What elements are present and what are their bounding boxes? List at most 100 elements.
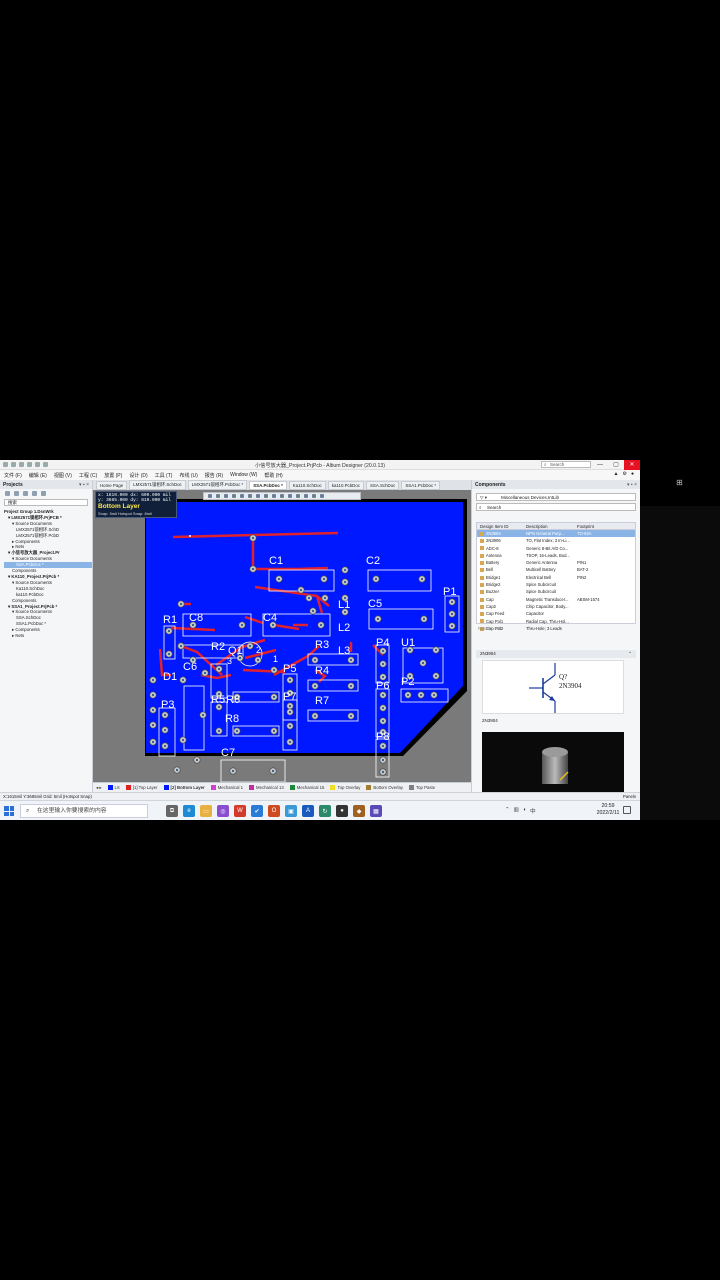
component-row[interactable]: Antenna TSOP, 16-Leads, Bod...: [477, 552, 635, 559]
designator-label[interactable]: R8: [225, 713, 239, 725]
designator-label[interactable]: P8: [376, 731, 389, 743]
menu-item[interactable]: 设计 (D): [129, 472, 147, 479]
menu-item[interactable]: 文件 (F): [4, 472, 22, 479]
designator-label[interactable]: R5: [211, 694, 225, 706]
layer-tab[interactable]: Mechanical 15: [289, 785, 324, 790]
global-search-input[interactable]: ⌕ Search: [541, 461, 591, 468]
menu-item[interactable]: 工具 (T): [155, 472, 173, 479]
footprint-3d-preview[interactable]: [482, 732, 624, 792]
designator-label[interactable]: L1: [338, 599, 350, 611]
layer-tab[interactable]: [1] Top Layer: [125, 785, 158, 790]
project-tree-item[interactable]: ▸ Nets: [4, 633, 92, 639]
network-icon[interactable]: ▥: [514, 807, 519, 815]
column-header[interactable]: Footprint: [577, 523, 629, 529]
layer-tab[interactable]: Mechanical 1: [210, 785, 243, 790]
designator-label[interactable]: P4: [376, 637, 389, 649]
panel-controls[interactable]: ▾ ▪ ×: [627, 482, 637, 488]
document-tab[interactable]: SSA.PcbDoc *: [249, 480, 287, 490]
wps-icon[interactable]: W: [234, 805, 246, 817]
designator-label[interactable]: P1: [443, 586, 456, 598]
notification-center-icon[interactable]: [623, 806, 631, 814]
folder-icon[interactable]: ▭: [200, 805, 212, 817]
component-row[interactable]: ADC-8 Generic 8-Bit A/D Co...: [477, 545, 635, 552]
panel-controls[interactable]: ▾ ▪ ×: [79, 482, 89, 488]
menu-item[interactable]: 布线 (U): [179, 472, 197, 479]
ai-icon[interactable]: A: [302, 805, 314, 817]
filter-icon[interactable]: [208, 494, 212, 498]
save-icon[interactable]: [5, 491, 10, 496]
projects-search-input[interactable]: 搜索: [4, 499, 88, 506]
menu-item[interactable]: 报告 (R): [205, 472, 223, 479]
taskbar-search-input[interactable]: ⌕ 在这里输入你要搜索的内容: [20, 804, 148, 818]
designator-label[interactable]: P2: [401, 676, 414, 688]
designator-label[interactable]: 1: [273, 654, 278, 664]
edge-icon[interactable]: e: [183, 805, 195, 817]
component-row[interactable]: Cap Feed Capacitor: [477, 610, 635, 617]
layer-nav-icon[interactable]: ◂ ▸: [96, 785, 102, 791]
minimize-button[interactable]: —: [592, 460, 608, 470]
layer-tab[interactable]: LS: [107, 785, 120, 790]
components-search-input[interactable]: ⌕ Search: [476, 503, 636, 511]
component-row[interactable]: Cap Magnetic Transducer... ABSM-1574: [477, 596, 635, 603]
designator-label[interactable]: R4: [315, 665, 329, 677]
layer-tab[interactable]: [2] Bottom Layer: [163, 785, 205, 790]
component-row[interactable]: Cap2 Chip Capacitor, Body...: [477, 603, 635, 610]
task-view-icon[interactable]: ⧉: [166, 805, 178, 817]
layer-tab[interactable]: Bottom Overlay: [366, 785, 403, 790]
designator-label[interactable]: C8: [189, 612, 203, 624]
designator-label[interactable]: P6: [376, 680, 389, 692]
column-header[interactable]: Design Item ID: [477, 523, 526, 529]
menu-item[interactable]: 放置 (P): [104, 472, 122, 479]
column-header[interactable]: Description: [526, 523, 577, 529]
gear-icon[interactable]: [41, 491, 46, 496]
document-tab[interactable]: LMX2571锁相环.SchDoc: [129, 480, 186, 490]
component-row[interactable]: 2N3904 NPN General Purp... TO-92A: [477, 530, 635, 538]
notification-icon[interactable]: ▲: [614, 471, 619, 477]
align-icon[interactable]: [232, 494, 236, 498]
designator-label[interactable]: C6: [183, 661, 197, 673]
text-icon[interactable]: [312, 494, 316, 498]
designator-label[interactable]: P3: [161, 699, 174, 711]
menu-item[interactable]: 工程 (C): [79, 472, 97, 479]
select-icon[interactable]: [224, 494, 228, 498]
sync-icon[interactable]: ↻: [319, 805, 331, 817]
document-tab[interactable]: Home Page: [96, 480, 128, 490]
maximize-button[interactable]: ▢: [608, 460, 624, 470]
layer-tab[interactable]: Top Paste: [409, 785, 435, 790]
component-row[interactable]: Battery Generic Antenna PIN1: [477, 559, 635, 566]
folder-icon[interactable]: [14, 491, 19, 496]
component-row[interactable]: Bell Multicell Battery BAT-2: [477, 566, 635, 573]
pcb-drawing[interactable]: C1 C2L1 C5P1R1 C8 C4L2L3U1R2 Q1 23 1C6P4D1R3P5 R…: [93, 490, 471, 782]
route-icon[interactable]: [248, 494, 252, 498]
open-project-icon[interactable]: [23, 491, 28, 496]
office-icon[interactable]: O: [268, 805, 280, 817]
ime-indicator[interactable]: 中: [530, 807, 536, 815]
designator-label[interactable]: L3: [338, 645, 350, 657]
component-row[interactable]: Cap Pol1 Radial Cap, Thru-Hol...: [477, 618, 635, 625]
component-row[interactable]: Bridge1 Electrical Bell PIN2: [477, 574, 635, 581]
designator-label[interactable]: 2: [256, 645, 261, 655]
check-icon[interactable]: ✔: [251, 805, 263, 817]
dimension-icon[interactable]: [304, 494, 308, 498]
designator-label[interactable]: P5: [283, 663, 296, 675]
via-icon[interactable]: [264, 494, 268, 498]
volume-icon[interactable]: ◖: [523, 807, 526, 815]
compile-icon[interactable]: [32, 491, 37, 496]
document-tab[interactable]: SSA.SchDoc: [365, 480, 400, 490]
pad-icon[interactable]: [272, 494, 276, 498]
close-button[interactable]: ✕: [624, 460, 640, 470]
designator-label[interactable]: R7: [315, 695, 329, 707]
taskbar-clock[interactable]: 20:59 2022/2/11: [588, 803, 628, 817]
component-row[interactable]: Bridge2 Spice Subcircuit: [477, 581, 635, 588]
designator-label[interactable]: 3: [227, 656, 232, 666]
media-icon[interactable]: ●: [336, 805, 348, 817]
app-icon[interactable]: ◎: [217, 805, 229, 817]
document-tab[interactable]: ka110.PcbDoc: [327, 480, 364, 490]
line-icon[interactable]: [320, 494, 324, 498]
designator-label[interactable]: C7: [221, 747, 235, 759]
layer-tab[interactable]: Mechanical 13: [249, 785, 284, 790]
menu-item[interactable]: 编辑 (E): [29, 472, 47, 479]
diff-pair-icon[interactable]: [256, 494, 260, 498]
cad-icon[interactable]: ▦: [370, 805, 382, 817]
designator-label[interactable]: U1: [401, 637, 415, 649]
